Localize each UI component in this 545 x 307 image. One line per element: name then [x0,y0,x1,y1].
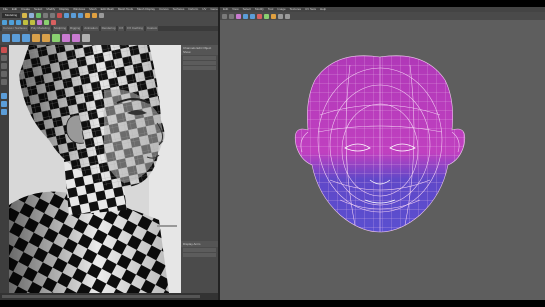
3d-viewport[interactable] [9,45,181,293]
uv-toolbar [220,12,545,20]
rotate-uv-icon[interactable] [257,13,262,19]
render-icon[interactable] [85,13,91,18]
shelf-icons [0,31,218,45]
grid-uv-icon[interactable] [264,13,269,19]
uv-editor-icon[interactable] [37,20,42,25]
channel-box-header: Channels Edit Object Show [181,45,218,55]
layer-row[interactable] [183,248,216,252]
flip-v-icon[interactable] [250,13,255,19]
layer-row[interactable] [183,253,216,257]
save-scene-icon[interactable] [36,13,42,18]
unfold-icon[interactable] [72,34,80,42]
channel-row[interactable] [183,56,216,60]
viewport-window: File Edit Create Select Modify Display Windows… [0,7,220,300]
layer-editor-header: Display Anim [181,241,218,247]
bevel-icon[interactable] [30,20,35,25]
status-line: Modeling [0,12,218,19]
open-scene-icon[interactable] [29,13,35,18]
planar-map-icon[interactable] [62,34,70,42]
uv-editor-viewport[interactable] [220,20,545,300]
redo-icon[interactable] [50,13,56,18]
checkered-head-model [9,45,181,293]
smooth-icon[interactable] [44,20,49,25]
extrude-icon[interactable] [23,20,28,25]
new-scene-icon[interactable] [22,13,28,18]
center-pivot-icon[interactable] [82,34,90,42]
side-by-side-icon[interactable] [1,109,7,115]
uv-move-icon[interactable] [229,13,234,19]
poly-cube-icon[interactable] [12,34,20,42]
four-view-icon[interactable] [1,101,7,107]
delete-history-icon[interactable] [51,20,56,25]
snap-curve-icon[interactable] [71,13,77,18]
time-slider-track[interactable] [2,295,200,298]
sphere-icon[interactable] [2,20,7,25]
checker-map-icon[interactable] [271,13,276,19]
undo-icon[interactable] [43,13,49,18]
poly-plane-icon[interactable] [22,34,30,42]
uv-layout [294,55,466,233]
separate-icon[interactable] [42,34,50,42]
single-view-icon[interactable] [1,93,7,99]
select-tool-icon[interactable] [1,47,7,53]
mirror-icon[interactable] [52,34,60,42]
uv-shell-icon[interactable] [236,13,241,19]
uv-select-icon[interactable] [222,13,227,19]
tool-box [0,45,9,300]
rotate-tool-icon[interactable] [1,71,7,77]
poly-sphere-icon[interactable] [2,34,10,42]
shelf-row [0,19,218,26]
uv-editor-window: Edit View Select Modify Tool Image Textures UV … [220,7,545,300]
image-display-icon[interactable] [278,13,283,19]
time-slider[interactable] [0,293,220,300]
cylinder-icon[interactable] [16,20,21,25]
scale-tool-icon[interactable] [1,79,7,85]
lasso-tool-icon[interactable] [1,55,7,61]
ipr-render-icon[interactable] [92,13,98,18]
snap-point-icon[interactable] [78,13,84,18]
move-tool-icon[interactable] [1,63,7,69]
cube-icon[interactable] [9,20,14,25]
channel-box: Channels Edit Object Show Display Anim [181,45,218,293]
select-mode-icon[interactable] [57,13,63,18]
mode-selector[interactable]: Modeling [2,13,21,18]
channel-row[interactable] [183,61,216,65]
screen-frame: File Edit Create Select Modify Display Windows… [0,7,545,300]
shaded-uv-icon[interactable] [285,13,290,19]
render-settings-icon[interactable] [99,13,105,18]
channel-row[interactable] [183,66,216,70]
flip-u-icon[interactable] [243,13,248,19]
snap-grid-icon[interactable] [64,13,70,18]
combine-icon[interactable] [32,34,40,42]
